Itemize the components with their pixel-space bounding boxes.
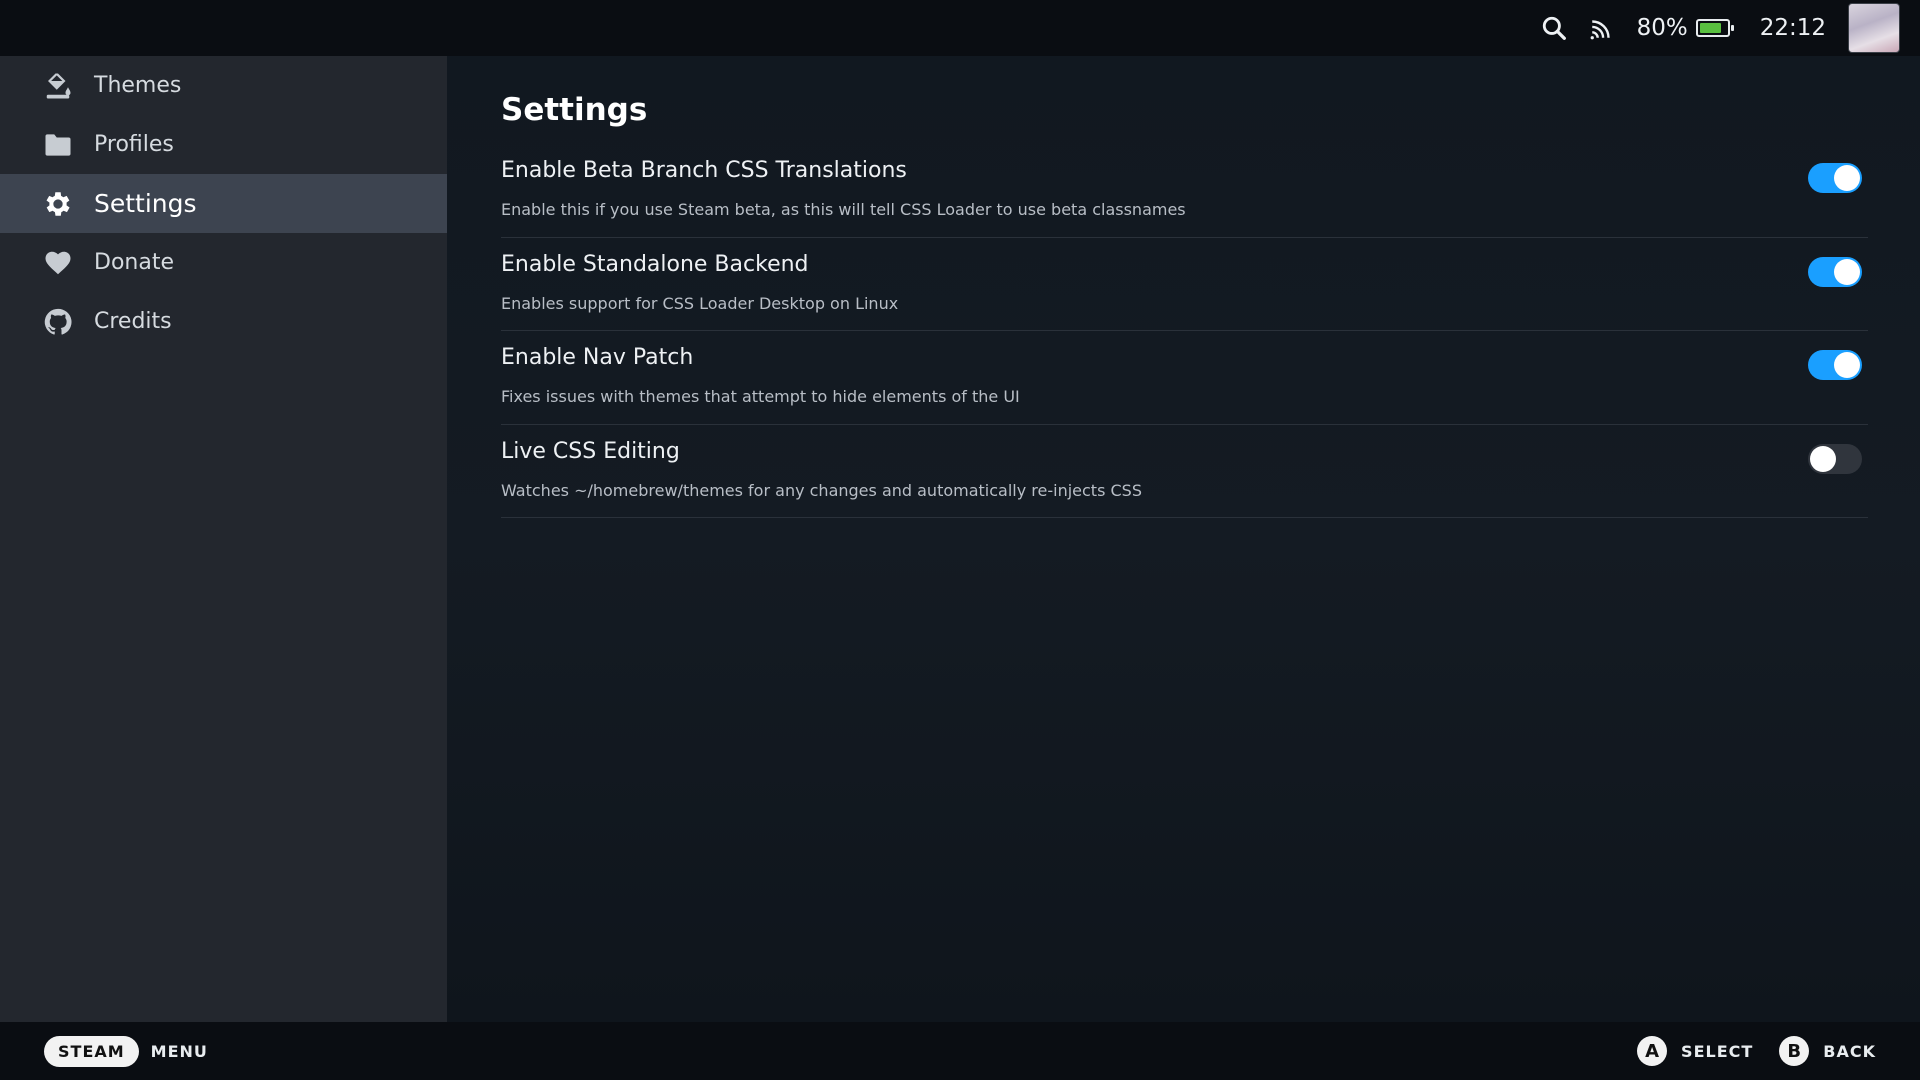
- settings-list: Enable Beta Branch CSS Translations Enab…: [501, 144, 1868, 518]
- battery-percent: 80%: [1636, 15, 1688, 41]
- setting-description: Watches ~/homebrew/themes for any change…: [501, 480, 1142, 500]
- sidebar-item-donate[interactable]: Donate: [0, 233, 447, 292]
- battery-status: 80%: [1636, 15, 1734, 41]
- sidebar-item-label: Donate: [94, 250, 174, 275]
- sidebar-item-themes[interactable]: Themes: [0, 56, 447, 115]
- battery-icon: [1695, 19, 1734, 37]
- search-button[interactable]: [1541, 15, 1567, 41]
- sidebar-item-label: Profiles: [94, 132, 174, 157]
- setting-label: Enable Beta Branch CSS Translations: [501, 158, 907, 183]
- sidebar-item-credits[interactable]: Credits: [0, 292, 447, 351]
- sidebar-item-label: Themes: [94, 73, 182, 98]
- sidebar-item-profiles[interactable]: Profiles: [0, 115, 447, 174]
- toggle-knob: [1834, 258, 1860, 285]
- toggle-live-css-editing[interactable]: [1808, 443, 1862, 474]
- select-label: SELECT: [1681, 1041, 1754, 1061]
- avatar[interactable]: [1848, 3, 1900, 53]
- select-hint[interactable]: A SELECT: [1637, 1036, 1753, 1066]
- setting-label: Enable Nav Patch: [501, 345, 694, 370]
- setting-nav-patch: Enable Nav Patch Fixes issues with theme…: [501, 331, 1868, 425]
- bottom-hint-bar: STEAM MENU A SELECT B BACK: [0, 1022, 1920, 1080]
- battery-level-fill: [1699, 23, 1721, 33]
- sidebar: Themes Profiles Settings Donate Credits: [0, 56, 447, 1022]
- setting-standalone-backend: Enable Standalone Backend Enables suppor…: [501, 238, 1868, 331]
- back-hint[interactable]: B BACK: [1779, 1036, 1876, 1066]
- github-icon: [42, 306, 74, 338]
- toggle-beta-css-translations[interactable]: [1808, 163, 1862, 193]
- setting-description: Enable this if you use Steam beta, as th…: [501, 200, 1186, 219]
- toggle-knob: [1834, 165, 1860, 191]
- setting-label: Enable Standalone Backend: [501, 251, 809, 277]
- cast-icon: [1590, 20, 1610, 40]
- page-title: Settings: [501, 92, 648, 128]
- search-icon: [1542, 16, 1566, 40]
- toggle-knob: [1834, 352, 1860, 378]
- cast-status: [1589, 15, 1615, 41]
- sidebar-item-label: Credits: [94, 309, 172, 334]
- heart-icon: [42, 247, 74, 279]
- folder-icon: [42, 129, 74, 161]
- setting-live-css-editing: Live CSS Editing Watches ~/homebrew/them…: [501, 425, 1868, 518]
- setting-label: Live CSS Editing: [501, 438, 680, 464]
- gear-icon: [42, 188, 74, 220]
- b-button-icon: B: [1779, 1036, 1810, 1066]
- steam-button[interactable]: STEAM: [44, 1035, 139, 1067]
- paint-bucket-icon: [42, 70, 74, 102]
- a-button-icon: A: [1637, 1036, 1668, 1066]
- menu-label: MENU: [150, 1041, 208, 1061]
- sidebar-item-settings[interactable]: Settings: [0, 174, 447, 233]
- back-label: BACK: [1823, 1041, 1876, 1061]
- sidebar-item-label: Settings: [94, 189, 197, 218]
- setting-description: Enables support for CSS Loader Desktop o…: [501, 293, 899, 313]
- status-bar: 80% 22:12: [0, 0, 1920, 56]
- toggle-knob: [1810, 445, 1836, 472]
- toggle-nav-patch[interactable]: [1808, 350, 1862, 380]
- clock: 22:12: [1759, 15, 1826, 41]
- settings-panel: Settings Enable Beta Branch CSS Translat…: [447, 56, 1920, 1022]
- setting-beta-css-translations: Enable Beta Branch CSS Translations Enab…: [501, 144, 1868, 238]
- toggle-standalone-backend[interactable]: [1808, 256, 1862, 287]
- setting-description: Fixes issues with themes that attempt to…: [501, 387, 1020, 406]
